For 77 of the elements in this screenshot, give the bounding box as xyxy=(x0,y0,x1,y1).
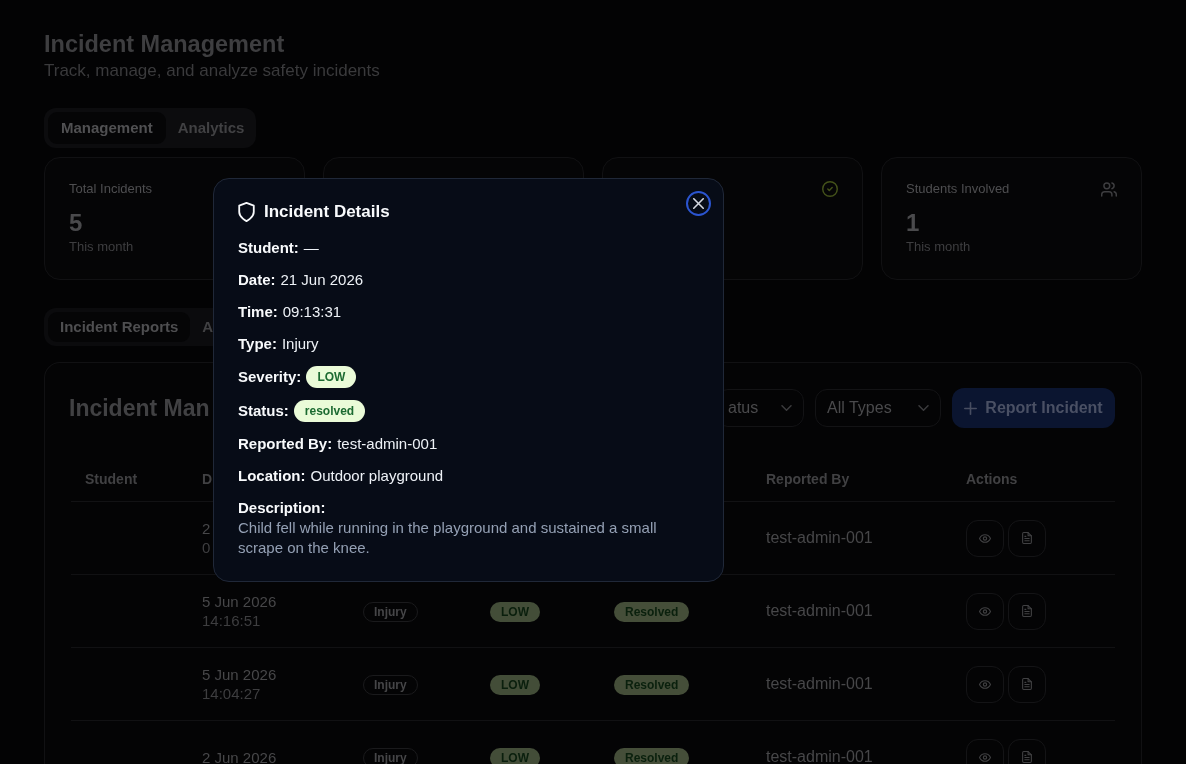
chevron-down-icon xyxy=(781,405,792,411)
column-header: Student xyxy=(85,471,138,487)
view-button[interactable] xyxy=(966,592,1004,630)
report-document-button[interactable] xyxy=(1008,738,1046,764)
dialog-title: Incident Details xyxy=(264,201,390,224)
chevron-down-icon xyxy=(918,405,929,411)
detail-label: Type: xyxy=(238,333,277,354)
document-icon xyxy=(1022,678,1032,690)
severity-badge: LOW xyxy=(490,748,540,764)
shield-icon xyxy=(238,202,255,222)
stat-label: Students Involved xyxy=(906,180,1010,198)
stat-note: This month xyxy=(906,238,971,256)
detail-value: 21 Jun 2026 xyxy=(280,269,364,290)
detail-value: — xyxy=(303,237,319,258)
page-subtitle: Track, manage, and analyze safety incidents xyxy=(44,60,380,82)
time-text: 14:04:27 xyxy=(202,684,261,703)
column-header: Actions xyxy=(966,471,1018,487)
description-text: Child fell while running in the playground and sustained a small scrape on the knee. xyxy=(238,518,658,558)
document-icon xyxy=(1022,532,1032,544)
value-badge: resolved xyxy=(293,400,366,422)
detail-label: Status: xyxy=(238,400,289,421)
date-text: 5 Jun 2026 xyxy=(202,592,277,611)
detail-value: 09:13:31 xyxy=(282,301,342,322)
eye-icon xyxy=(979,533,991,543)
date-text: 2 xyxy=(202,519,211,538)
report-incident-button[interactable]: Report Incident xyxy=(952,388,1115,428)
page-title: Incident Management xyxy=(44,30,285,58)
report-document-button[interactable] xyxy=(1008,592,1046,630)
severity-badge: LOW xyxy=(490,602,540,622)
stat-label: Total Incidents xyxy=(69,180,153,198)
detail-label: Student: xyxy=(238,237,299,258)
detail-label: Description: xyxy=(238,498,326,518)
severity-badge: LOW xyxy=(490,675,540,695)
report-document-button[interactable] xyxy=(1008,665,1046,703)
document-icon xyxy=(1022,751,1032,763)
detail-value: Injury xyxy=(281,333,319,354)
document-icon xyxy=(1022,605,1032,617)
close-button[interactable] xyxy=(686,191,711,216)
status-badge: Resolved xyxy=(614,675,690,695)
detail-label: Severity: xyxy=(238,366,302,387)
users-icon xyxy=(1101,181,1117,197)
stat-value: 5 xyxy=(69,208,83,238)
detail-label: Time: xyxy=(238,301,278,322)
column-header: Reported By xyxy=(766,471,850,487)
view-button[interactable] xyxy=(966,519,1004,557)
reporter-text: test-admin-001 xyxy=(766,602,873,619)
date-text: 2 Jun 2026 xyxy=(202,747,277,764)
eye-icon xyxy=(979,752,991,762)
eye-icon xyxy=(979,679,991,689)
eye-icon xyxy=(979,606,991,616)
reporter-text: test-admin-001 xyxy=(766,675,873,692)
detail-label: Reported By: xyxy=(238,433,333,454)
stat-value: 1 xyxy=(906,208,920,238)
detail-value: test-admin-001 xyxy=(337,433,438,454)
tab[interactable]: Management xyxy=(48,112,166,144)
reporter-text: test-admin-001 xyxy=(766,529,873,546)
panel-title: Incident Man xyxy=(69,394,210,423)
date-text: 5 Jun 2026 xyxy=(202,665,277,684)
detail-value: Outdoor playground xyxy=(310,465,444,486)
time-text: 14:16:51 xyxy=(202,611,261,630)
check-circle-icon xyxy=(822,181,838,197)
column-header: D xyxy=(202,471,213,487)
filter-select[interactable]: All Types xyxy=(815,389,941,427)
stat-note: This month xyxy=(69,238,134,256)
view-button[interactable] xyxy=(966,738,1004,764)
detail-label: Location: xyxy=(238,465,306,486)
status-badge: Resolved xyxy=(614,748,690,764)
report-document-button[interactable] xyxy=(1008,519,1046,557)
status-badge: Resolved xyxy=(614,602,690,622)
detail-label: Date: xyxy=(238,269,276,290)
tab[interactable]: Incident Reports xyxy=(48,312,191,342)
value-badge: LOW xyxy=(306,366,357,388)
time-text: 0 xyxy=(202,538,211,557)
reporter-text: test-admin-001 xyxy=(766,748,873,764)
plus-icon xyxy=(964,401,978,415)
view-button[interactable] xyxy=(966,665,1004,703)
close-icon xyxy=(693,198,704,209)
